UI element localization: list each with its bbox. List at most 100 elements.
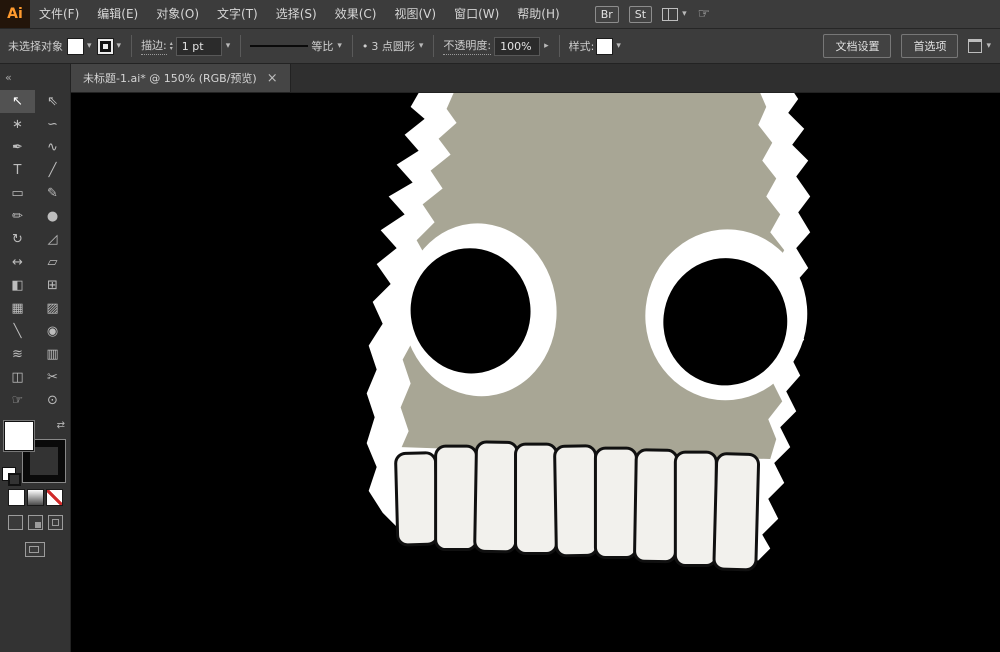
menubar-item-5[interactable]: 效果(C)	[326, 0, 386, 28]
fill-stroke-widget: ⇄	[3, 420, 67, 480]
stroke-weight-label[interactable]: 描边:	[141, 37, 167, 55]
panel-icon	[968, 39, 982, 53]
shape-builder-tool[interactable]: ◧	[0, 274, 35, 297]
close-icon[interactable]: ×	[267, 72, 278, 85]
workspace: « ↖⇖∗∽✒∿T╱▭✎✏●↻◿↔▱◧⊞▦▨╲◉≋▥◫✂☞⊙ ⇄	[0, 64, 1000, 652]
chevron-down-icon[interactable]: ▾	[116, 41, 123, 51]
style-control[interactable]: 样式: ▾	[569, 38, 622, 54]
rectangle-tool[interactable]: ▭	[0, 182, 35, 205]
fill-color-control[interactable]: ▾	[68, 39, 93, 54]
line-segment-tool[interactable]: ╱	[35, 159, 70, 182]
artboard-tool[interactable]: ◫	[0, 366, 35, 389]
canvas-area[interactable]	[71, 93, 1000, 652]
style-label[interactable]: 样式:	[569, 38, 595, 54]
artwork-skull[interactable]	[71, 93, 1000, 652]
document-setup-button[interactable]: 文档设置	[823, 34, 891, 58]
selection-tool[interactable]: ↖	[0, 90, 35, 113]
stroke-swatch[interactable]	[98, 39, 113, 54]
brush-definition-value[interactable]: 3 点圆形	[371, 38, 415, 54]
menubar-item-7[interactable]: 窗口(W)	[445, 0, 508, 28]
touch-workspace-icon[interactable]: ☞	[698, 6, 711, 22]
menubar-item-6[interactable]: 视图(V)	[385, 0, 445, 28]
blend-tool[interactable]: ◉	[35, 320, 70, 343]
magic-wand-tool[interactable]: ∗	[0, 113, 35, 136]
stroke-weight-value[interactable]: 1 pt	[176, 37, 222, 56]
hand-tool[interactable]: ☞	[0, 389, 35, 412]
width-profile-control[interactable]: 等比 ▾	[250, 38, 343, 54]
fill-color-box[interactable]	[5, 422, 33, 450]
rotate-tool[interactable]: ↻	[0, 228, 35, 251]
lasso-tool[interactable]: ∽	[35, 113, 70, 136]
brush-preview-icon: •	[362, 40, 369, 53]
teeth[interactable]	[395, 442, 758, 570]
swap-fill-stroke-icon[interactable]: ⇄	[57, 420, 65, 431]
draw-normal-button[interactable]	[8, 515, 23, 530]
main-area: 未标题-1.ai* @ 150% (RGB/预览) ×	[71, 64, 1000, 652]
separator	[240, 35, 241, 57]
direct-selection-tool[interactable]: ⇖	[35, 90, 70, 113]
free-transform-tool[interactable]: ▱	[35, 251, 70, 274]
width-tool[interactable]: ↔	[0, 251, 35, 274]
gradient-tool[interactable]: ▨	[35, 297, 70, 320]
workspace-switcher[interactable]: ▾	[662, 8, 688, 21]
zoom-tool[interactable]: ⊙	[35, 389, 70, 412]
chevron-down-icon[interactable]: ▾	[418, 41, 425, 51]
slice-tool[interactable]: ✂	[35, 366, 70, 389]
panel-arrow-icon[interactable]: ▸	[543, 41, 550, 51]
chevron-down-icon[interactable]: ▾	[615, 41, 622, 51]
separator	[559, 35, 560, 57]
style-swatch[interactable]	[597, 39, 612, 54]
document-tab-title: 未标题-1.ai* @ 150% (RGB/预览)	[83, 70, 257, 86]
perspective-grid-tool[interactable]: ⊞	[35, 274, 70, 297]
menubar-right-group: Br St ▾ ☞	[595, 6, 710, 23]
width-profile-value[interactable]: 等比	[311, 38, 333, 54]
default-fill-stroke-icon[interactable]	[3, 468, 15, 480]
eyedropper-tool[interactable]: ╲	[0, 320, 35, 343]
menubar-item-4[interactable]: 选择(S)	[267, 0, 326, 28]
screen-mode-button[interactable]	[25, 542, 45, 557]
menubar-item-3[interactable]: 文字(T)	[208, 0, 267, 28]
chevron-down-icon[interactable]: ▾	[86, 41, 93, 51]
menubar-item-8[interactable]: 帮助(H)	[508, 0, 568, 28]
selection-status: 未选择对象	[8, 38, 63, 54]
draw-inside-button[interactable]	[48, 515, 63, 530]
preferences-button[interactable]: 首选项	[901, 34, 958, 58]
paintbrush-tool[interactable]: ✎	[35, 182, 70, 205]
opacity-value[interactable]: 100%	[494, 37, 540, 56]
tools-panel: « ↖⇖∗∽✒∿T╱▭✎✏●↻◿↔▱◧⊞▦▨╲◉≋▥◫✂☞⊙ ⇄	[0, 64, 71, 652]
column-graph-tool[interactable]: ▥	[35, 343, 70, 366]
menubar-item-1[interactable]: 编辑(E)	[88, 0, 147, 28]
screen-mode-row	[0, 542, 70, 557]
scale-tool[interactable]: ◿	[35, 228, 70, 251]
bridge-button[interactable]: Br	[595, 6, 619, 23]
collapse-panel-icon[interactable]: «	[5, 71, 12, 84]
stroke-color-control[interactable]: ▾	[98, 39, 123, 54]
mesh-tool[interactable]: ▦	[0, 297, 35, 320]
type-tool[interactable]: T	[0, 159, 35, 182]
width-profile-preview	[250, 45, 308, 47]
opacity-label[interactable]: 不透明度:	[443, 37, 491, 55]
color-button[interactable]	[9, 490, 24, 505]
none-button[interactable]	[47, 490, 62, 505]
symbol-sprayer-tool[interactable]: ≋	[0, 343, 35, 366]
document-tab[interactable]: 未标题-1.ai* @ 150% (RGB/预览) ×	[71, 64, 291, 92]
stroke-weight-stepper[interactable]: ▴ ▾	[170, 41, 173, 51]
chevron-down-icon[interactable]: ▾	[336, 41, 343, 51]
menubar-item-0[interactable]: 文件(F)	[30, 0, 88, 28]
chevron-down-icon[interactable]: ▾	[225, 41, 232, 51]
illustrator-window: Ai 文件(F)编辑(E)对象(O)文字(T)选择(S)效果(C)视图(V)窗口…	[0, 0, 1000, 652]
pen-tool[interactable]: ✒	[0, 136, 35, 159]
blob-brush-tool[interactable]: ●	[35, 205, 70, 228]
brush-definition-control[interactable]: • 3 点圆形 ▾	[362, 38, 425, 54]
curvature-tool[interactable]: ∿	[35, 136, 70, 159]
draw-behind-button[interactable]	[28, 515, 43, 530]
menubar-item-2[interactable]: 对象(O)	[147, 0, 208, 28]
gradient-button[interactable]	[28, 490, 43, 505]
tab-bar: 未标题-1.ai* @ 150% (RGB/预览) ×	[71, 64, 1000, 93]
pencil-tool[interactable]: ✏	[0, 205, 35, 228]
control-panel-menu[interactable]: ▾	[968, 39, 992, 53]
stepper-down-icon[interactable]: ▾	[170, 46, 173, 51]
stroke-weight-control: 描边: ▴ ▾ 1 pt ▾	[141, 37, 231, 56]
stock-button[interactable]: St	[629, 6, 652, 23]
fill-swatch[interactable]	[68, 39, 83, 54]
